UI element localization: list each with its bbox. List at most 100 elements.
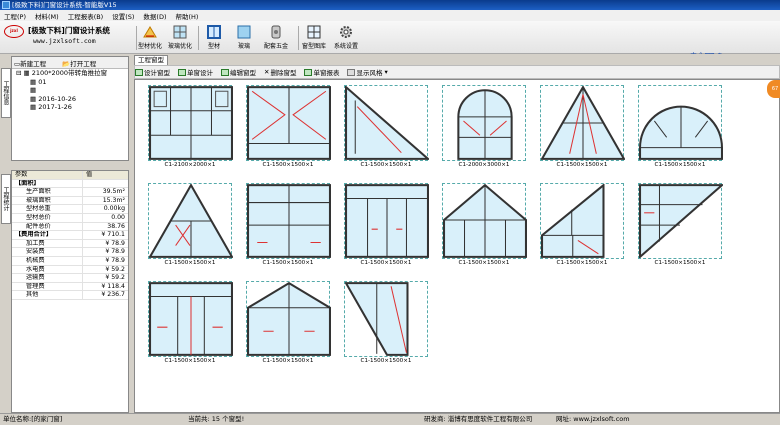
window-thumbnail[interactable]: C1-1500×1500×1: [341, 83, 431, 169]
window-drawing: [247, 184, 331, 258]
tree-item[interactable]: ▦ 01: [12, 78, 128, 87]
menu-settings[interactable]: 设置(S): [112, 11, 134, 21]
open-project-button[interactable]: 📂打开工程: [62, 58, 104, 68]
window-thumbnail[interactable]: C1-1500×1500×1: [635, 181, 725, 267]
window-drawing: [149, 86, 233, 160]
property-row: 配件总价 38.76: [12, 222, 128, 232]
profile-optimize-icon: [143, 26, 157, 38]
property-header: 参数值: [12, 171, 128, 180]
window-library-icon: [307, 25, 321, 39]
window-label: C1-1500×1500×1: [556, 162, 608, 168]
window-drawing: [457, 89, 513, 160]
tree-item[interactable]: ▦ 2016-10-26: [12, 95, 128, 104]
window-thumbnail[interactable]: C1-1500×1500×1: [439, 181, 529, 267]
window-label: C1-1500×1500×1: [360, 358, 412, 364]
property-value: ¥ 236.7: [82, 291, 128, 299]
window-label: C1-1500×1500×1: [360, 162, 412, 168]
single-design-button[interactable]: 单窗设计: [178, 67, 213, 77]
menu-bar: 工程(P) 材料(M) 工程报表(B) 设置(S) 数据(D) 帮助(H): [0, 10, 780, 21]
system-settings-button[interactable]: 系统设置: [334, 24, 358, 50]
property-row: 型材总价 0.00: [12, 213, 128, 223]
window-thumbnail[interactable]: C1-1500×1500×1: [537, 83, 627, 169]
property-value: 38.76: [82, 222, 128, 231]
window-thumbnail[interactable]: C1-1500×1500×1: [537, 181, 627, 267]
property-value: ¥ 78.9: [82, 256, 128, 265]
new-project-button[interactable]: ▭新建工程: [14, 58, 54, 68]
window-library-button[interactable]: 窗型图库: [302, 24, 326, 50]
tab-project-windows[interactable]: 工程窗型: [134, 55, 168, 65]
single-design-icon: [178, 68, 186, 76]
glass-optimize-button[interactable]: 玻璃优化: [168, 24, 192, 50]
profile-button[interactable]: 型材: [206, 24, 222, 50]
property-value: ¥ 710.1: [82, 231, 128, 239]
property-value: 0.00kg: [82, 205, 128, 213]
property-row: 运输费 ¥ 59.2: [12, 274, 128, 283]
property-row: 生产面积 39.5m²: [12, 188, 128, 197]
menu-material[interactable]: 材料(M): [35, 11, 59, 21]
window-report-button[interactable]: 单窗报表: [304, 67, 339, 77]
property-key: 水电费: [26, 265, 45, 273]
property-key: 其他: [26, 291, 39, 299]
window-drawing: [149, 184, 233, 258]
property-value: 0.00: [82, 213, 128, 222]
window-thumbnail[interactable]: C1-1500×1500×1: [341, 279, 431, 365]
status-bar: 单位名称:[的家门窗] 当前共: 15 个窗型! 研发商: 淄博有思度软件工程有…: [0, 413, 780, 425]
menu-report[interactable]: 工程报表(B): [68, 11, 104, 21]
tree-item[interactable]: ⊟ ▦ 2100*2000带转角推拉窗: [12, 69, 128, 78]
tab-project-info[interactable]: 工程信息: [1, 68, 11, 118]
profile-optimize-button[interactable]: 型材优化: [138, 24, 162, 50]
window-thumbnail[interactable]: C1-1500×1500×1: [243, 279, 333, 365]
tree-item[interactable]: ▦: [12, 86, 128, 95]
window-drawing: [149, 282, 233, 356]
window-label: C1-1500×1500×1: [262, 260, 314, 266]
hardware-button[interactable]: 配套五金: [264, 24, 288, 50]
property-row: 【费用合计】 ¥ 710.1: [12, 231, 128, 240]
brand-name: [极致下料]门窗设计系统: [28, 26, 110, 35]
profile-icon: [207, 25, 221, 39]
main-area: 工程窗型 设计窗型 单窗设计 编辑窗型 ✕ 删除窗型 单窗报表 显示风格 ▾ C1…: [131, 54, 780, 413]
design-window-button[interactable]: 设计窗型: [135, 67, 170, 77]
window-drawing: [443, 184, 527, 258]
status-url: 网址: www.jzxlsoft.com: [556, 415, 630, 423]
display-style-button[interactable]: 显示风格 ▾: [347, 67, 388, 77]
property-key: 加工费: [26, 239, 45, 247]
window-thumbnail[interactable]: C1-2100×2000×1: [145, 83, 235, 169]
window-thumbnail[interactable]: C1-1500×1500×1: [145, 181, 235, 267]
window-drawing: [541, 184, 605, 258]
hardware-icon: [271, 25, 281, 39]
menu-help[interactable]: 帮助(H): [176, 11, 199, 21]
window-thumbnail[interactable]: C1-1500×1500×1: [635, 83, 725, 169]
window-drawing: [345, 86, 429, 160]
window-thumbnail[interactable]: C1-2000×3000×1: [439, 83, 529, 169]
edit-window-button[interactable]: 编辑窗型: [221, 67, 256, 77]
window-label: C1-2000×3000×1: [458, 162, 510, 168]
toolbar-separator: [136, 26, 137, 50]
property-row: 型材总重 0.00kg: [12, 205, 128, 214]
edit-icon: [221, 68, 229, 76]
toolbar: jzxl [极致下料]门窗设计系统 www.jzxlsoft.com 型材优化 …: [0, 21, 780, 60]
window-label: C1-1500×1500×1: [262, 162, 314, 168]
window-thumbnail[interactable]: C1-1500×1500×1: [145, 279, 235, 365]
menu-project[interactable]: 工程(P): [4, 11, 26, 21]
window-label: C1-1500×1500×1: [654, 162, 706, 168]
delete-window-button[interactable]: ✕ 删除窗型: [264, 67, 296, 77]
glass-button[interactable]: 玻璃: [236, 24, 252, 50]
window-label: C1-1500×1500×1: [164, 260, 216, 266]
property-value: [82, 179, 128, 188]
window-label: C1-1500×1500×1: [654, 260, 706, 266]
property-key: 型材总重: [26, 205, 51, 213]
property-key: 【面积】: [15, 179, 40, 187]
design-icon: [135, 68, 143, 76]
window-thumbnail[interactable]: C1-1500×1500×1: [243, 181, 333, 267]
left-tab-strip: 工程信息 工程统计: [0, 54, 11, 414]
tab-project-stats[interactable]: 工程统计: [1, 174, 11, 224]
float-badge[interactable]: 67: [767, 80, 780, 98]
window-thumbnail[interactable]: C1-1500×1500×1: [243, 83, 333, 169]
window-label: C1-2100×2000×1: [164, 162, 216, 168]
menu-data[interactable]: 数据(D): [143, 11, 166, 21]
window-thumbnail[interactable]: C1-1500×1500×1: [341, 181, 431, 267]
window-label: C1-1500×1500×1: [360, 260, 412, 266]
tree-item[interactable]: ▦ 2017-1-26: [12, 103, 128, 112]
property-key: 安装费: [26, 248, 45, 256]
glass-icon: [237, 25, 251, 39]
